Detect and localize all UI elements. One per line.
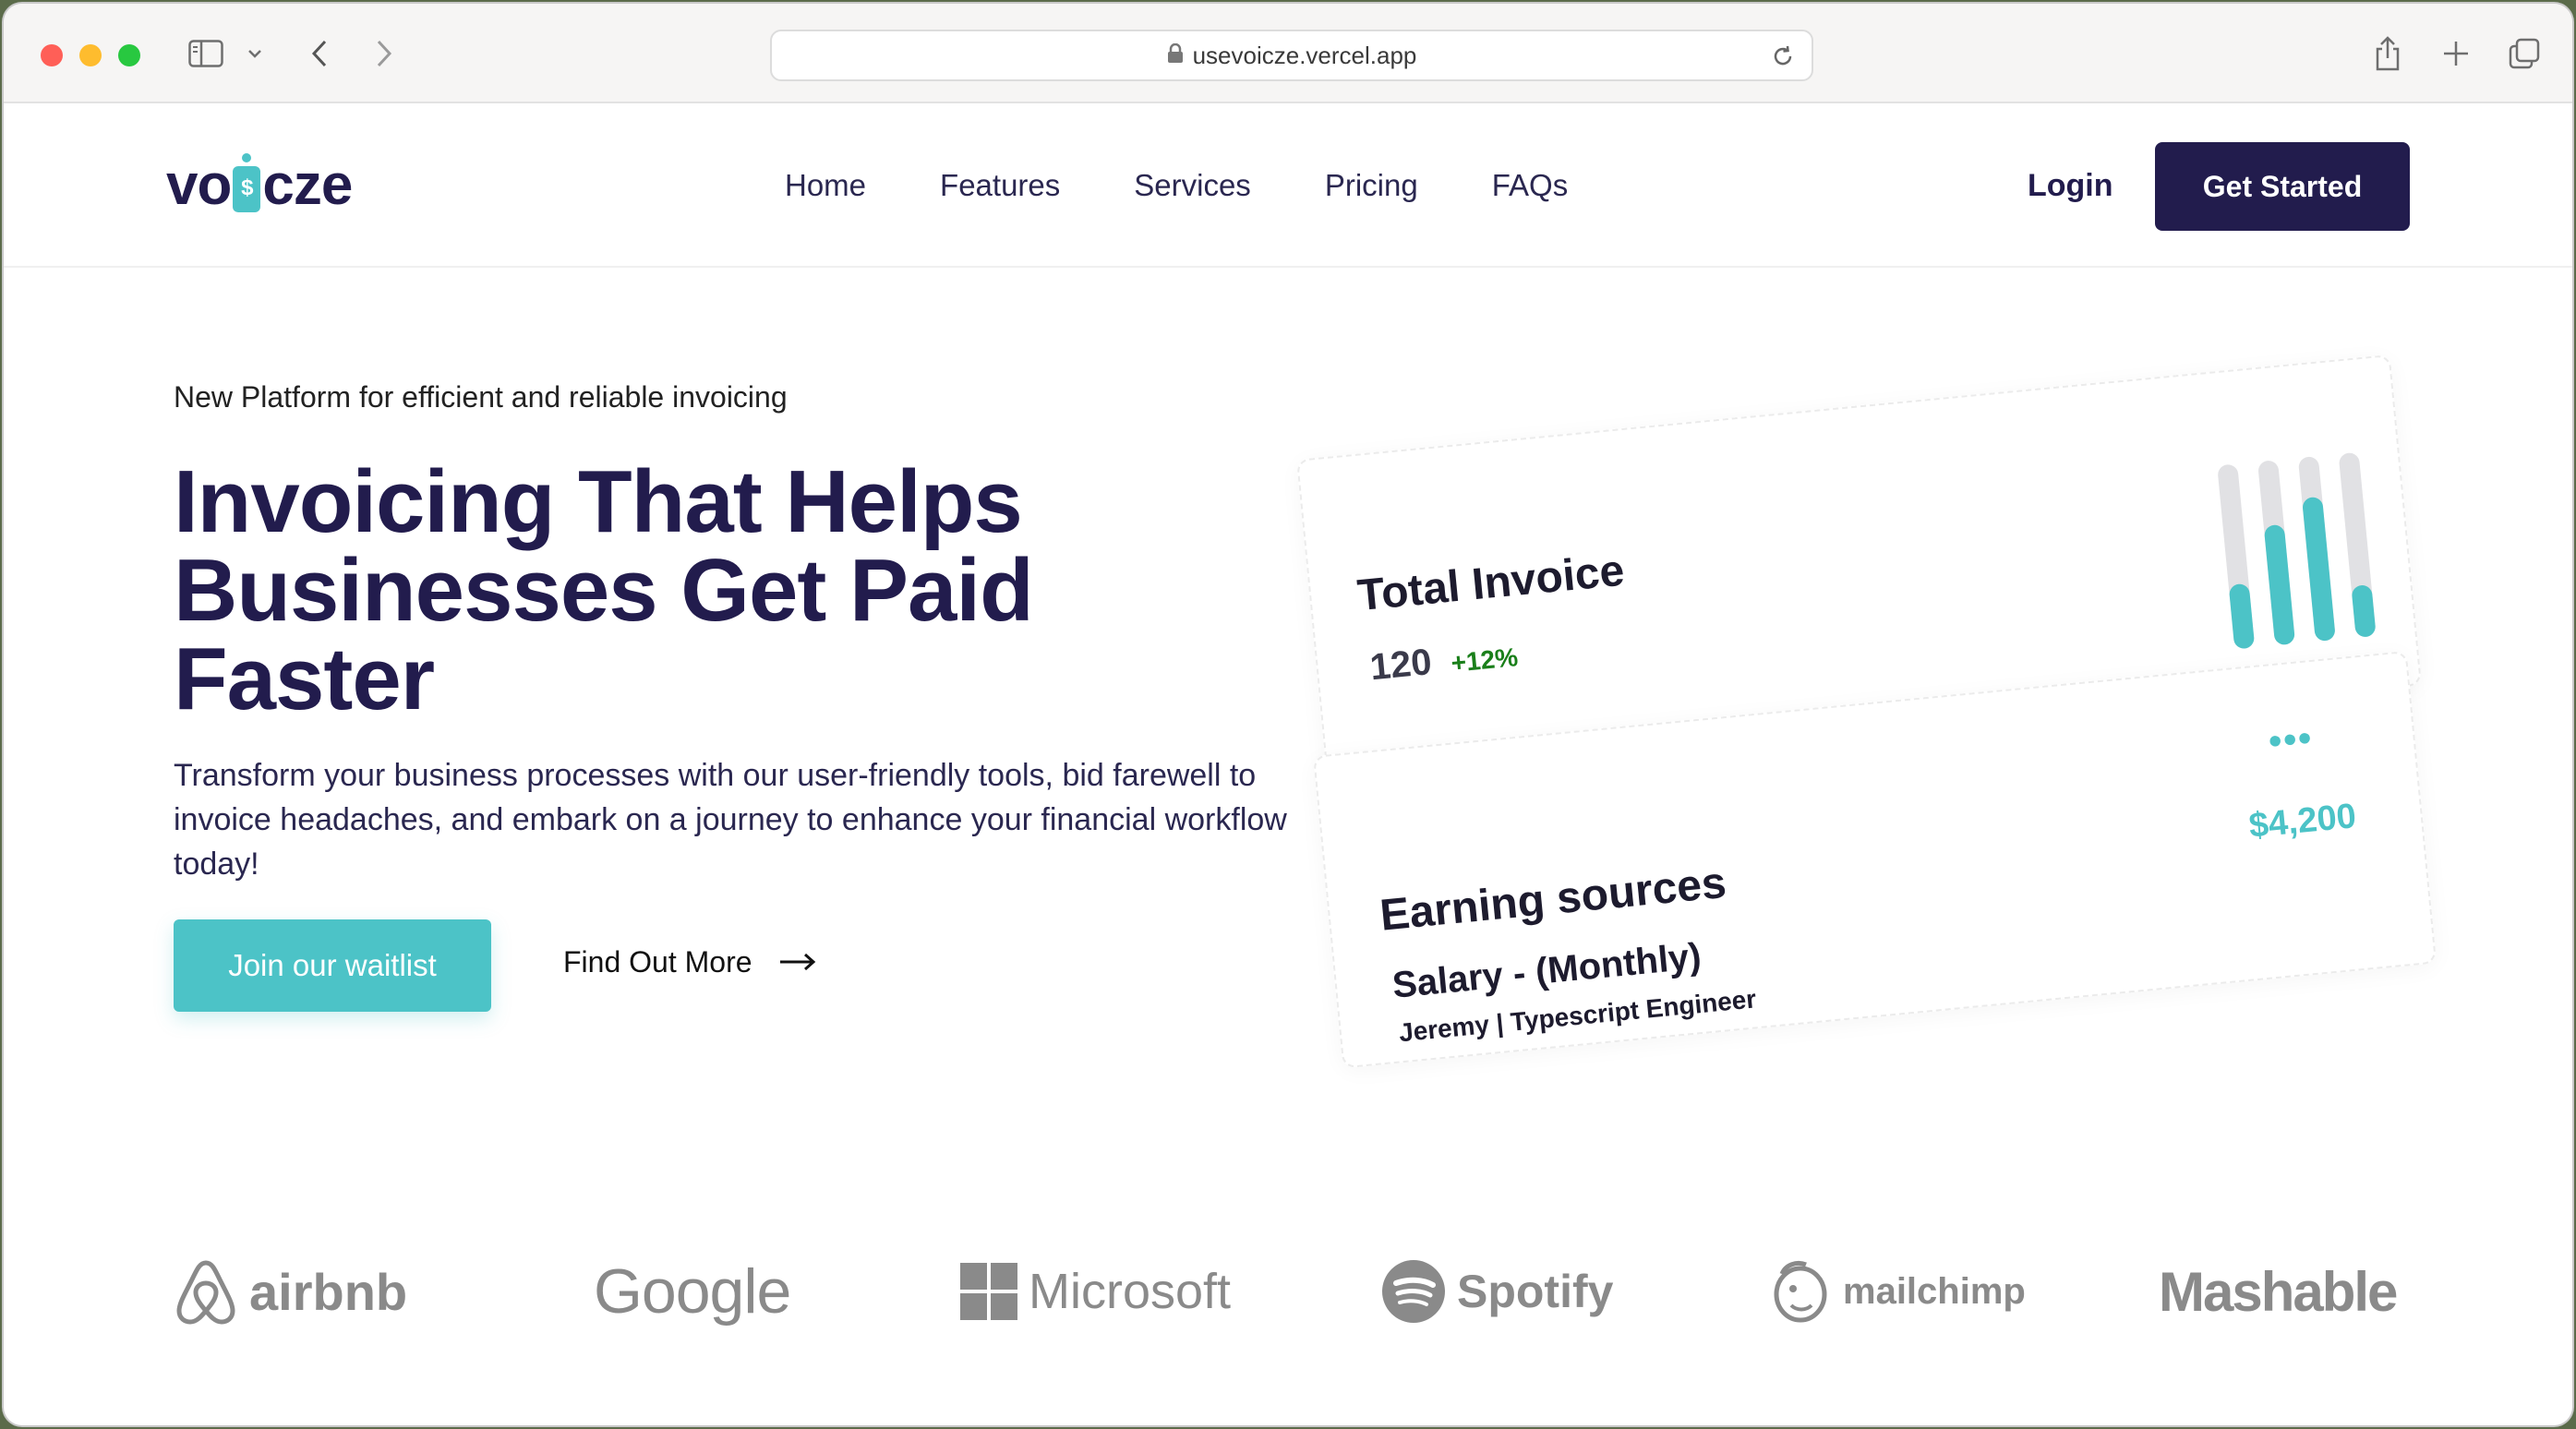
zoom-window-button[interactable] [118, 44, 140, 66]
earning-sources-title: Earning sources [1378, 858, 1728, 941]
sidebar-toggle-icon[interactable] [185, 30, 227, 78]
nav-features[interactable]: Features [940, 168, 1060, 203]
google-logo: Google [594, 1250, 791, 1333]
new-tab-icon[interactable] [2434, 30, 2478, 78]
nav-faqs[interactable]: FAQs [1492, 168, 1569, 203]
close-window-button[interactable] [41, 44, 63, 66]
invoice-count: 120 [1367, 642, 1434, 689]
chevron-down-icon[interactable] [242, 30, 268, 78]
join-waitlist-button[interactable]: Join our waitlist [174, 919, 491, 1012]
spotify-icon [1382, 1260, 1445, 1323]
back-arrow-icon[interactable] [301, 30, 338, 78]
spotify-wordmark: Spotify [1457, 1266, 1614, 1317]
url-text: usevoicze.vercel.app [1192, 41, 1417, 69]
invoice-bar-fill [2263, 523, 2296, 646]
invoice-bar-chart [2216, 441, 2390, 650]
nav-home[interactable]: Home [785, 168, 866, 203]
hero-illustration: Total Invoice 120 +12% ••• Earning sourc… [1296, 336, 2460, 1069]
invoice-change-badge: +12% [1450, 642, 1520, 678]
share-icon[interactable] [2365, 30, 2410, 78]
logo-mark-letter: $ [241, 175, 253, 200]
hero-subtext: Transform your business processes with o… [174, 758, 1287, 882]
find-out-more-link[interactable]: Find Out More [563, 945, 817, 979]
microsoft-icon [960, 1263, 1017, 1320]
airbnb-wordmark: airbnb [249, 1262, 408, 1321]
headline-line: Faster [174, 630, 435, 728]
reload-icon[interactable] [1769, 42, 1797, 70]
nav-pricing[interactable]: Pricing [1325, 168, 1418, 203]
mashable-wordmark: Mashable [2159, 1260, 2398, 1323]
address-bar[interactable]: usevoicze.vercel.app [770, 30, 1813, 81]
invoice-bar-fill [2302, 496, 2336, 642]
invoice-bar-fill [2351, 584, 2377, 638]
microsoft-logo: Microsoft [960, 1250, 1231, 1333]
invoice-bar [2297, 455, 2336, 642]
airbnb-logo: airbnb [174, 1250, 407, 1333]
hero-tagline: New Platform for efficient and reliable … [174, 380, 788, 414]
more-options-icon[interactable]: ••• [2267, 717, 2315, 763]
earning-amount: $4,200 [2246, 797, 2358, 847]
hero-headline: Invoicing That Helps Businesses Get Paid… [174, 458, 1282, 724]
headline-line: Invoicing That Helps [174, 452, 1023, 551]
invoice-bar [2338, 451, 2377, 638]
logo-text-left: vo [166, 152, 232, 217]
site-header: vo $ cze Home Features Services Pricing … [4, 105, 2572, 268]
mailchimp-logo: mailchimp [1769, 1250, 2026, 1333]
microsoft-wordmark: Microsoft [1029, 1264, 1232, 1319]
arrow-right-icon [778, 945, 817, 979]
logo-mark-icon: $ [233, 153, 261, 212]
total-invoice-value: 120 +12% [1368, 633, 1520, 689]
spotify-logo: Spotify [1381, 1250, 1613, 1333]
get-started-button[interactable]: Get Started [2155, 142, 2410, 231]
airbnb-icon [176, 1260, 235, 1325]
total-invoice-title: Total Invoice [1354, 546, 1627, 621]
invoice-bar [2217, 463, 2256, 650]
login-link[interactable]: Login [2028, 168, 2113, 204]
main-nav: Home Features Services Pricing FAQs [785, 168, 1642, 203]
voicze-logo[interactable]: vo $ cze [166, 148, 353, 222]
partner-logos: airbnb Google Microsoft Spotify mailchim… [174, 1250, 2426, 1333]
find-out-more-label: Find Out More [563, 945, 752, 979]
logo-text-right: cze [262, 152, 353, 217]
mashable-logo: Mashable [2159, 1250, 2398, 1333]
mailchimp-wordmark: mailchimp [1843, 1270, 2026, 1312]
browser-toolbar: usevoicze.vercel.app [4, 4, 2572, 103]
lock-icon [1167, 42, 1184, 68]
invoice-bar [2257, 460, 2296, 646]
invoice-bar-fill [2228, 582, 2256, 650]
minimize-window-button[interactable] [79, 44, 102, 66]
browser-window: usevoicze.vercel.app vo $ cze Home Featu… [4, 4, 2572, 1425]
nav-services[interactable]: Services [1134, 168, 1251, 203]
tab-overview-icon[interactable] [2502, 30, 2546, 78]
forward-arrow-icon[interactable] [366, 30, 403, 78]
mailchimp-icon [1774, 1260, 1827, 1323]
google-wordmark: Google [594, 1256, 791, 1327]
headline-line: Businesses Get Paid [174, 541, 1034, 640]
